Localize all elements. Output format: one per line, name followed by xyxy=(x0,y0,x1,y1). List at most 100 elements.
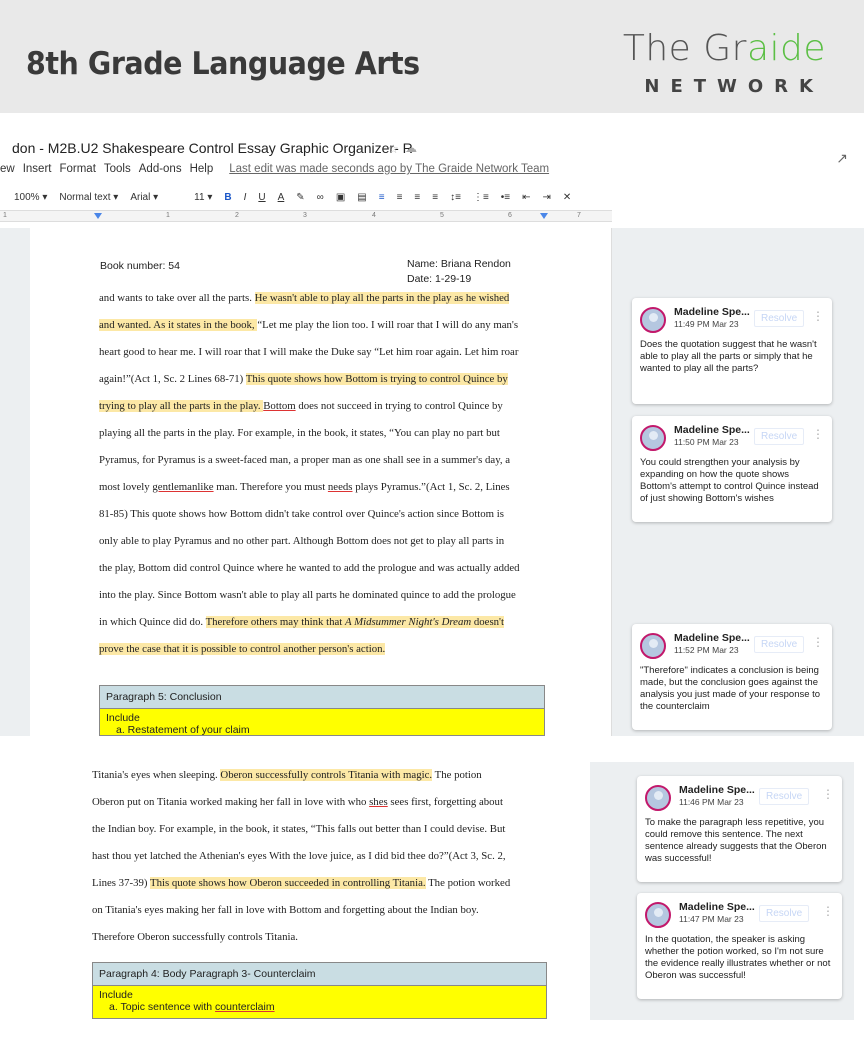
text-run: plays Pyramus.”(Act 1, Sc. 2, Lines xyxy=(352,481,510,493)
menu-help[interactable]: Help xyxy=(190,163,214,181)
comment-text: In the quotation, the speaker is asking … xyxy=(645,934,831,981)
text-run: the Indian boy. For example, in the book… xyxy=(92,823,506,835)
resolve-button[interactable]: Resolve xyxy=(754,310,805,327)
logo-network-text: NETWORK xyxy=(644,76,824,97)
table-text: Include xyxy=(99,989,133,1001)
docs-header: don - M2B.U2 Shakespeare Control Essay G… xyxy=(0,138,864,228)
underline-button[interactable]: U xyxy=(258,192,265,203)
bulleted-list-icon[interactable]: •≡ xyxy=(501,192,510,203)
style-select[interactable]: Normal text ▾ xyxy=(59,192,118,203)
comment-author: Madeline Spe... xyxy=(679,784,755,796)
comment-card[interactable]: Madeline Spe... 11:47 PM Mar 23 Resolve … xyxy=(637,893,842,999)
text-run: does not succeed in trying to control Qu… xyxy=(295,400,503,412)
text-line: hast thou yet latched the Athenian's eye… xyxy=(92,843,510,870)
comment-author: Madeline Spe... xyxy=(674,632,750,644)
ruler-mark: 7 xyxy=(577,212,581,219)
highlighted-text: doesn't xyxy=(471,616,505,628)
text-run: The potion worked xyxy=(425,877,511,889)
comment-card[interactable]: Madeline Spe... 11:46 PM Mar 23 Resolve … xyxy=(637,776,842,882)
italic-button[interactable]: I xyxy=(244,192,247,203)
font-size-value: 11 xyxy=(194,191,205,203)
table-text: Include xyxy=(106,712,140,724)
avatar xyxy=(645,785,671,811)
highlighted-text: prove the case that it is possible to co… xyxy=(99,643,386,655)
link-icon[interactable]: ∞ xyxy=(317,192,324,203)
highlighted-text: Therefore others may think that xyxy=(205,616,345,628)
text-line: Titania's eyes when sleeping. Oberon suc… xyxy=(92,762,510,789)
organizer-table-header: Paragraph 4: Body Paragraph 3- Countercl… xyxy=(92,962,547,986)
spelling-underline: counterclaim xyxy=(215,1001,275,1013)
text-line: most lovely gentlemanlike man. Therefore… xyxy=(99,474,520,501)
numbered-list-icon[interactable]: ⋮≡ xyxy=(473,192,489,203)
menu-addons[interactable]: Add-ons xyxy=(139,163,182,181)
table-text: a. Topic sentence with counterclaim xyxy=(99,1001,546,1013)
highlighted-text: and wanted. As it states in the book, xyxy=(99,319,258,331)
text-line: Oberon put on Titania worked making her … xyxy=(92,789,510,816)
more-options-icon[interactable]: ⋮ xyxy=(812,309,824,323)
clear-format-icon[interactable]: ✕ xyxy=(563,192,571,203)
indent-increase-icon[interactable]: ⇥ xyxy=(543,192,551,203)
highlighted-text: trying to play all the parts in the play… xyxy=(99,400,264,412)
align-right-icon[interactable]: ≡ xyxy=(414,192,420,203)
bold-button[interactable]: B xyxy=(224,192,231,203)
image-icon[interactable]: ▤ xyxy=(357,192,366,203)
text-run: man. Therefore you must xyxy=(213,481,328,493)
avatar xyxy=(645,902,671,928)
menu-tools[interactable]: Tools xyxy=(104,163,131,181)
ruler-mark: 5 xyxy=(440,212,444,219)
menu-view[interactable]: ew xyxy=(0,163,15,181)
comment-card[interactable]: Madeline Spe... 11:49 PM Mar 23 Resolve … xyxy=(632,298,832,404)
font-select[interactable]: Arial ▾ xyxy=(130,192,158,203)
comment-card[interactable]: Madeline Spe... 11:52 PM Mar 23 Resolve … xyxy=(632,624,832,730)
activity-trend-icon[interactable]: ↗ xyxy=(836,150,848,167)
menu-insert[interactable]: Insert xyxy=(23,163,52,181)
ruler[interactable]: 1 1 2 3 4 5 6 7 xyxy=(0,210,612,222)
indent-decrease-icon[interactable]: ⇤ xyxy=(522,192,530,203)
highlighted-title: A Midsummer Night's Dream xyxy=(344,616,472,628)
comment-time: 11:50 PM Mar 23 xyxy=(674,437,739,447)
left-indent-marker[interactable] xyxy=(94,213,102,219)
essay-paragraph[interactable]: Titania's eyes when sleeping. Oberon suc… xyxy=(92,762,510,951)
cloud-status-icon[interactable]: ☁ xyxy=(405,141,417,155)
align-center-icon[interactable]: ≡ xyxy=(397,192,403,203)
resolve-button[interactable]: Resolve xyxy=(759,788,810,805)
star-icon[interactable]: ☆ xyxy=(388,142,399,156)
text-line: Pyramus, for Pyramus is a sweet-faced ma… xyxy=(99,447,520,474)
book-number: Book number: 54 xyxy=(100,260,180,272)
more-options-icon[interactable]: ⋮ xyxy=(822,904,834,918)
spelling-underline: Bottom xyxy=(263,400,296,412)
last-edit-link[interactable]: Last edit was made seconds ago by The Gr… xyxy=(229,163,549,181)
text-run: sees first, forgetting about xyxy=(387,796,503,808)
resolve-button[interactable]: Resolve xyxy=(754,428,805,445)
more-options-icon[interactable]: ⋮ xyxy=(812,427,824,441)
font-size-select[interactable]: 11 ▾ xyxy=(194,192,212,203)
right-indent-marker[interactable] xyxy=(540,213,548,219)
zoom-value: 100% xyxy=(14,191,40,203)
resolve-button[interactable]: Resolve xyxy=(759,905,810,922)
comment-time: 11:47 PM Mar 23 xyxy=(679,914,744,924)
text-line: again!”(Act 1, Sc. 2 Lines 68-71) This q… xyxy=(99,366,520,393)
more-options-icon[interactable]: ⋮ xyxy=(822,787,834,801)
more-options-icon[interactable]: ⋮ xyxy=(812,635,824,649)
essay-paragraph[interactable]: and wants to take over all the parts. He… xyxy=(99,285,520,663)
formatting-toolbar: 100% ▾ Normal text ▾ Arial ▾ 11 ▾ B I U … xyxy=(0,186,864,208)
spelling-underline: shes xyxy=(369,796,388,808)
align-justify-icon[interactable]: ≡ xyxy=(432,192,438,203)
spelling-underline: gentlemanlike xyxy=(152,481,214,493)
resolve-button[interactable]: Resolve xyxy=(754,636,805,653)
comment-card[interactable]: Madeline Spe... 11:50 PM Mar 23 Resolve … xyxy=(632,416,832,522)
ruler-mark: 1 xyxy=(166,212,170,219)
table-text-run: a. Topic sentence with xyxy=(109,1001,216,1013)
text-color-button[interactable]: A xyxy=(278,192,285,203)
text-line: trying to play all the parts in the play… xyxy=(99,393,520,420)
align-left-icon[interactable]: ≡ xyxy=(379,192,385,203)
line-spacing-icon[interactable]: ↕≡ xyxy=(450,192,461,203)
document-title[interactable]: don - M2B.U2 Shakespeare Control Essay G… xyxy=(12,140,413,156)
text-run: Therefore Oberon successfully controls T… xyxy=(92,931,298,943)
highlight-icon[interactable]: ✎ xyxy=(296,192,304,203)
text-run: only able to play Pyramus and no other p… xyxy=(99,535,505,547)
header-banner: 8th Grade Language Arts The Graide NETWO… xyxy=(0,0,864,113)
zoom-select[interactable]: 100% ▾ xyxy=(14,192,47,203)
comment-icon[interactable]: ▣ xyxy=(336,192,345,203)
menu-format[interactable]: Format xyxy=(59,163,95,181)
